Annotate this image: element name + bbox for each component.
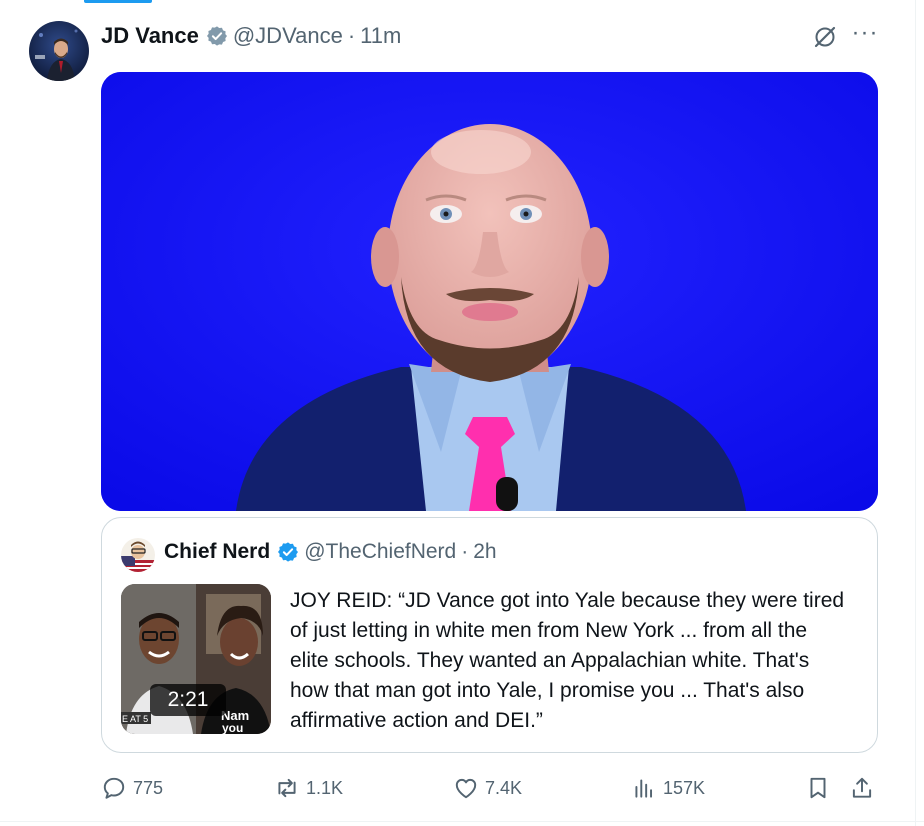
tweet-divider [0, 821, 924, 822]
quoted-author-display-name[interactable]: Chief Nerd [164, 540, 270, 564]
grok-icon[interactable] [812, 24, 838, 50]
reply-count: 775 [133, 777, 164, 798]
tweet-timestamp[interactable]: 11m [360, 23, 401, 49]
share-button[interactable] [849, 770, 875, 806]
quoted-author-handle[interactable]: @TheChiefNerd [304, 540, 456, 564]
tweet-header: JD Vance @JDVance · 11m [101, 22, 401, 50]
repost-icon [278, 778, 296, 798]
video-duration-badge: 2:21 [150, 684, 226, 716]
svg-text:you: you [222, 721, 243, 734]
heart-icon [455, 778, 477, 799]
timeline-border [915, 0, 916, 826]
bookmark-button[interactable] [805, 770, 831, 806]
quoted-video-thumbnail[interactable]: Nam you E AT 5 2:21 [121, 584, 271, 734]
quoted-tweet-text: JOY REID: “JD Vance got into Yale becaus… [290, 589, 845, 732]
separator-dot: · [461, 540, 469, 563]
reply-icon [103, 777, 125, 799]
repost-button[interactable]: 1.1K [274, 770, 343, 806]
author-handle[interactable]: @JDVance [233, 23, 343, 49]
reply-button[interactable]: 775 [101, 770, 163, 806]
like-button[interactable]: 7.4K [453, 770, 522, 806]
tweet-actions-bar: 775 1.1K 7.4K 157K [101, 770, 881, 806]
quoted-tweet-header: Chief Nerd @TheChiefNerd · 2h [164, 540, 497, 564]
verified-badge-icon[interactable] [206, 25, 228, 47]
like-count: 7.4K [485, 777, 523, 798]
tweet-media-image[interactable] [101, 72, 878, 511]
tweet[interactable]: JD Vance @JDVance · 11m ··· Chief Nerd @… [0, 0, 916, 826]
author-avatar[interactable] [29, 21, 89, 81]
repost-count: 1.1K [306, 777, 344, 798]
view-count: 157K [663, 777, 706, 798]
share-icon [852, 777, 872, 798]
quoted-author-avatar[interactable] [121, 538, 155, 572]
quoted-tweet-timestamp[interactable]: 2h [473, 540, 496, 564]
more-options-icon[interactable]: ··· [850, 21, 880, 50]
quoted-tweet[interactable]: Chief Nerd @TheChiefNerd · 2h Nam you E … [101, 517, 878, 753]
analytics-icon [635, 779, 653, 798]
svg-text:E AT 5: E AT 5 [122, 714, 148, 724]
views-button[interactable]: 157K [631, 770, 705, 806]
verified-badge-icon[interactable] [277, 541, 299, 563]
separator-dot: · [347, 23, 356, 48]
author-display-name[interactable]: JD Vance [101, 23, 199, 49]
bookmark-icon [810, 777, 826, 799]
